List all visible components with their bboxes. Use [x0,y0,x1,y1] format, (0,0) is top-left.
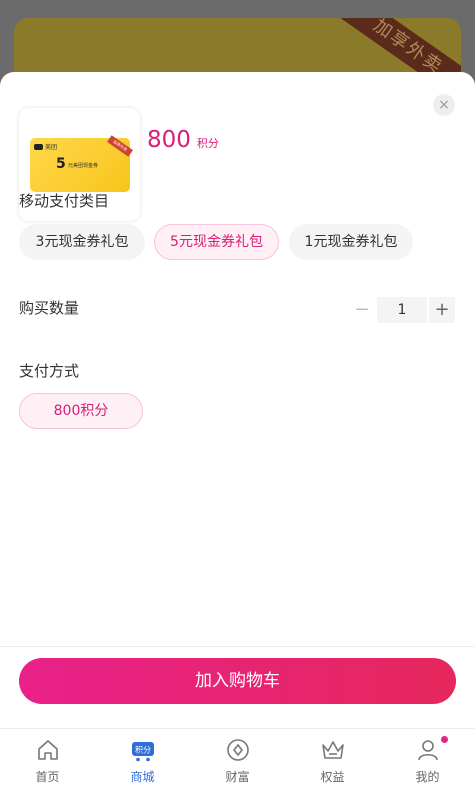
category-option-5-selected[interactable]: 5元现金券礼包 [154,224,279,260]
voucher-badge: 加享外卖 [107,135,133,157]
increment-button[interactable]: + [429,297,455,323]
voucher-number: 5 [56,156,66,172]
notification-dot [441,736,448,743]
tab-wealth[interactable]: 财富 [190,729,285,800]
quantity-value[interactable]: 1 [377,297,427,323]
crown-icon [321,741,344,759]
voucher-logo-text: 美团 [45,144,58,151]
tab-benefits[interactable]: 权益 [285,729,380,800]
price-value: 800 [147,127,191,153]
payment-title: 支付方式 [19,362,80,380]
tab-home[interactable]: 首页 [0,729,95,800]
bottom-tab-bar: 首页 积分 商城 财富 权益 我的 [0,728,475,800]
add-to-cart-button[interactable]: 加入购物车 [19,658,456,704]
price-unit: 积分 [196,137,219,150]
divider [0,646,475,647]
tab-wealth-label: 财富 [225,770,250,784]
quantity-title: 购买数量 [19,299,80,317]
tab-profile-label: 我的 [415,770,440,784]
quantity-stepper: − 1 + [349,297,455,323]
tab-mall-label: 商城 [130,770,155,784]
close-button[interactable]: × [433,94,455,116]
mall-badge-text: 积分 [135,745,151,755]
tab-mall[interactable]: 积分 商城 [95,729,190,800]
meituan-logo-icon [34,143,43,150]
product-price: 800 积分 [147,127,219,153]
close-icon: × [438,97,450,113]
tab-benefits-label: 权益 [320,770,345,784]
voucher-image: 美团 5 元美团现金券 加享外卖 [30,135,133,192]
category-option-3[interactable]: 3元现金券礼包 [19,224,145,260]
category-option-1[interactable]: 1元现金券礼包 [289,224,413,260]
voucher-text: 元美团现金券 [68,163,99,169]
payment-option[interactable]: 800积分 [19,393,143,429]
home-icon [37,740,58,760]
tab-profile[interactable]: 我的 [380,729,475,800]
profile-icon [417,740,438,761]
decrement-button[interactable]: − [349,297,375,323]
tab-home-label: 首页 [35,770,60,784]
purchase-sheet: 美团 5 元美团现金券 加享外卖 800 积分 × 移动支付类目 3元现金券礼包… [0,72,475,728]
voucher-logo: 美团 [34,142,57,151]
mall-cart-icon: 积分 [131,742,154,762]
wealth-coin-icon [226,739,249,761]
category-title: 移动支付类目 [19,192,110,210]
